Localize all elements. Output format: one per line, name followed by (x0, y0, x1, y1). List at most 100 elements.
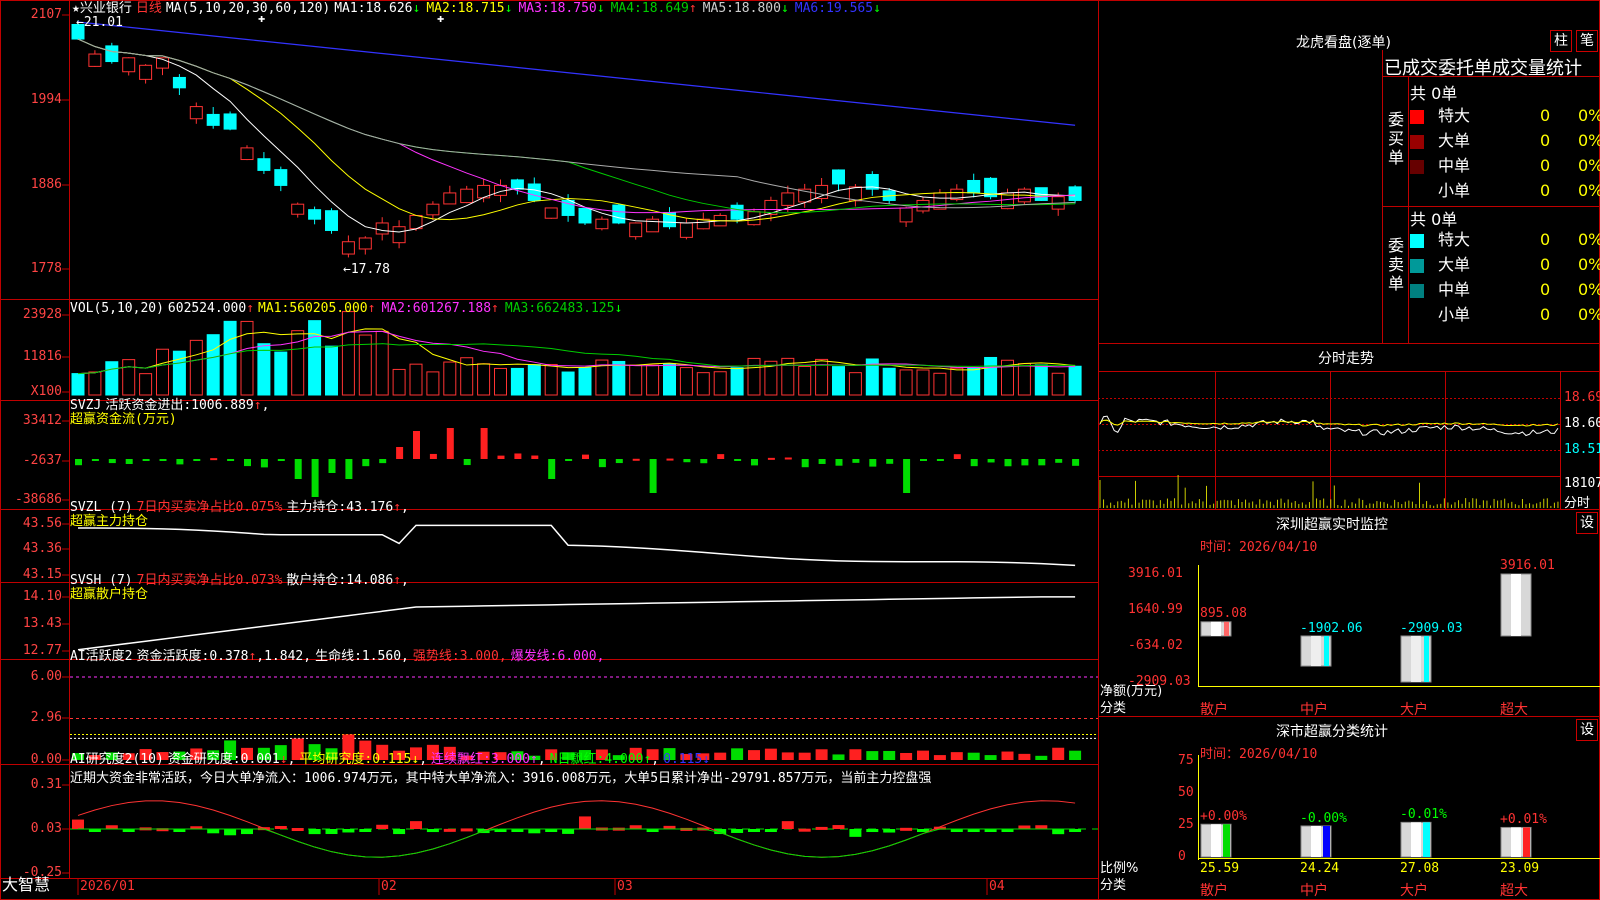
sell-side-label: 委卖单 (1388, 236, 1405, 293)
fund-flow-bar (125, 459, 133, 465)
candle-body (460, 188, 474, 204)
candle-body (781, 192, 795, 206)
buy-total: 共 0单 (1410, 84, 1458, 103)
research-bar (1052, 829, 1065, 835)
classify-bar-edge (1223, 824, 1230, 857)
price-axis-label: 1994 (30, 92, 62, 107)
volume-bar (88, 371, 102, 396)
sell-row-count: 0 (1540, 280, 1551, 299)
period-label[interactable]: 日线 (136, 1, 162, 16)
vol-ma2-value: 601267.188 (412, 301, 492, 316)
buy-row-pct: 0% (1578, 181, 1600, 200)
svzj-arrow: ↑ (253, 398, 262, 413)
x-axis-label: 03 (617, 879, 633, 894)
classify-bar-highlight (1311, 825, 1321, 857)
stock-name[interactable]: 兴业银行 (80, 1, 132, 16)
monitor-axis-label: 3916.01 (1128, 566, 1183, 581)
buy-row: 小单 0 0% (1410, 179, 1600, 203)
volume-bar (325, 345, 338, 396)
candle-body (139, 64, 153, 80)
activity-bar (1069, 750, 1082, 760)
buy-row: 大单 0 0% (1410, 129, 1600, 153)
vol-ma-values: MA1:560205.000↑ MA2:601267.188↑ MA3:662483… (258, 301, 628, 316)
ma2-value: 18.715 (457, 1, 505, 16)
fund-flow-bar (446, 428, 454, 459)
sell-row-count: 0 (1540, 230, 1551, 249)
sell-row-pct: 0% (1578, 255, 1600, 274)
fund-flow-bar (91, 459, 99, 461)
research-bar (629, 825, 642, 829)
buy-row-label: 大单 (1438, 131, 1471, 150)
volume-bar (341, 311, 355, 396)
fund-flow-bar (953, 454, 961, 459)
buy-row-pct: 0% (1578, 106, 1600, 125)
monitor-category-label: 中户 (1300, 702, 1328, 718)
volume-bar (561, 371, 575, 396)
volume-bar (71, 373, 85, 396)
volume-bar (916, 369, 930, 396)
intraday-title: 分时走势 (1318, 351, 1374, 367)
color-swatch-icon (1410, 258, 1424, 273)
activity-bar (764, 748, 777, 760)
volume-bar (105, 361, 119, 396)
monitor-settings-button[interactable]: 设 (1576, 512, 1598, 534)
buy-row-pct: 0% (1578, 131, 1600, 150)
intraday-price-mid: 18.60 (1564, 416, 1600, 431)
main-chart-header: ★兴业银行 日线 MA(5,10,20,30,60,120) MA1:18.626↓ M… (72, 1, 891, 16)
ai1-axis-label: 6.00 (30, 669, 62, 684)
candle-body (189, 106, 203, 120)
fund-flow-bar (548, 459, 556, 479)
research-bar (832, 825, 845, 829)
fund-flow-bar (379, 459, 387, 464)
svzl-ratio: 7日内买卖净占比0.075% (136, 500, 283, 515)
tick-view-button[interactable]: 笔 (1576, 30, 1598, 52)
fund-flow-bar (987, 459, 995, 463)
activity-bar (849, 749, 862, 760)
fund-flow-bar (328, 459, 336, 473)
svzj-sub: 超赢资金流(万元) (70, 412, 177, 427)
research-bar (342, 829, 355, 833)
monitor-axis-label: 1640.99 (1128, 602, 1183, 617)
research-bar (72, 819, 84, 829)
svsh-header: SVSH (7) 7日内买卖净占比0.073% 散户持仓:14.086↑, (70, 573, 409, 588)
classify-category-label: 大户 (1400, 883, 1428, 899)
svzl-sub: 超赢主力持仓 (70, 514, 149, 529)
volume-bar (443, 361, 457, 396)
vol-ma2-label: MA2: (381, 301, 413, 316)
activity-bar (1001, 751, 1014, 760)
volume-bar (747, 357, 761, 396)
svsh-ratio: 7日内买卖净占比0.073% (136, 573, 283, 588)
candle-body (308, 209, 322, 220)
candle-body (899, 207, 913, 223)
ai1-c-value: 1.560 (361, 649, 402, 664)
ai2-a-label: 资金研究度: (167, 752, 241, 767)
fund-flow-bar (818, 459, 826, 464)
buy-side-label: 委买单 (1388, 110, 1405, 167)
candle-body (679, 222, 693, 238)
activity-bar (933, 755, 946, 760)
classify-settings-button[interactable]: 设 (1576, 719, 1598, 741)
activity-bar (815, 749, 828, 760)
volume-bar (308, 320, 322, 396)
classify-axis-label: 50 (1178, 785, 1194, 800)
monitor-bar-edge (1424, 635, 1429, 682)
retail-holding-line (77, 596, 1076, 651)
candle-body (916, 199, 930, 212)
column-view-button[interactable]: 柱 (1550, 30, 1572, 52)
ma1-value: 18.626 (365, 1, 413, 16)
ai2-c-label: 连续飘红: (431, 752, 491, 767)
sell-row-pct: 0% (1578, 280, 1600, 299)
sell-row-label: 中单 (1438, 280, 1471, 299)
research-bar (900, 827, 913, 831)
vol-axis-label: 23928 (22, 307, 62, 322)
vol-value: 602524.000 (167, 301, 247, 316)
svzj-axis-label: 33412 (22, 413, 62, 428)
volume-bar (578, 366, 592, 396)
candle-body (1068, 186, 1082, 201)
price-axis-label: 1778 (30, 261, 62, 276)
classify-bar-edge (1323, 825, 1330, 857)
ma3-value: 18.750 (549, 1, 597, 16)
volume-bar (240, 320, 254, 396)
vol-header: VOL(5,10,20) 602524.000↑ MA1:560205.000↑ MA… (70, 301, 632, 316)
vol-ma2-arrow: ↑ (491, 301, 499, 316)
